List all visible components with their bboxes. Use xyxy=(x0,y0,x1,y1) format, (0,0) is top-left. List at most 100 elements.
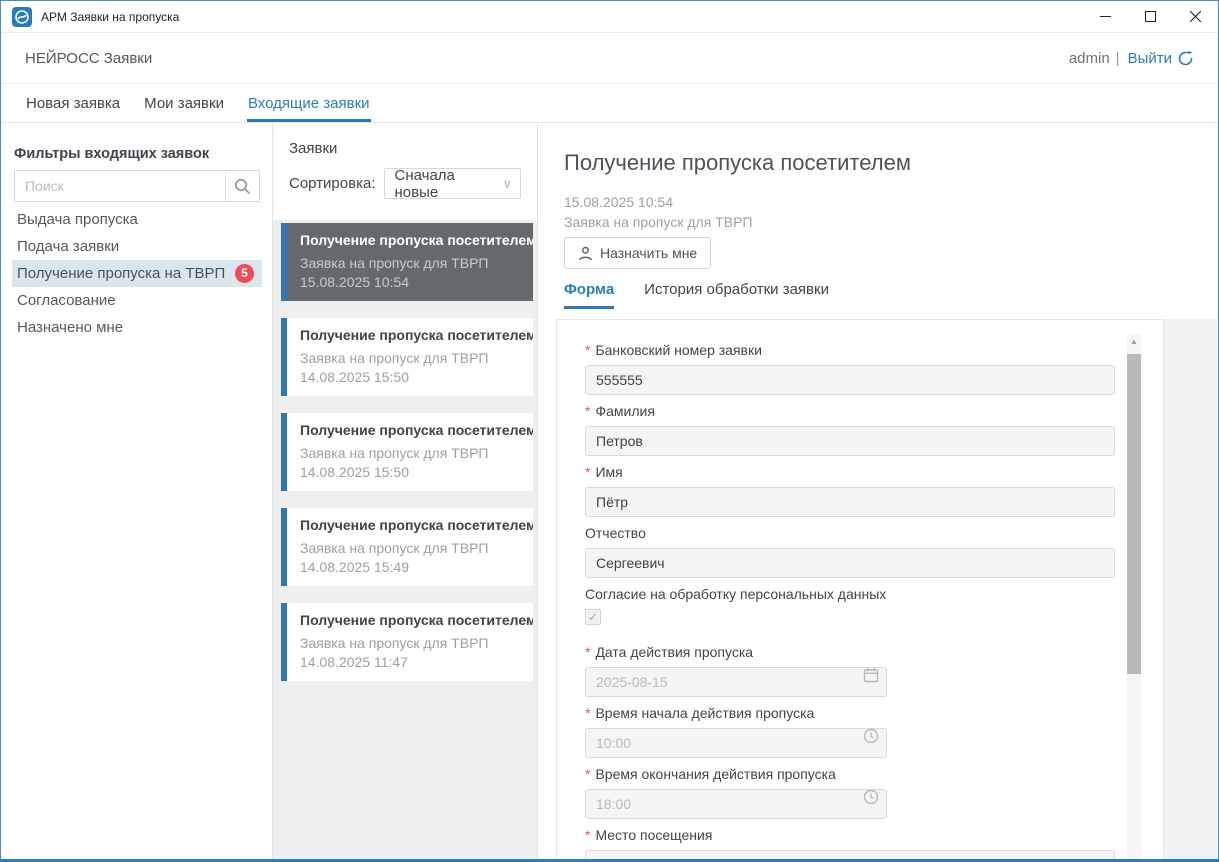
main-tabbar: Новая заявка Мои заявки Входящие заявки xyxy=(1,84,1218,123)
search-input[interactable] xyxy=(15,171,225,201)
filter-item-issue-pass[interactable]: Выдача пропуска xyxy=(12,206,262,233)
list-item-title: Получение пропуска посетителем xyxy=(300,422,523,438)
chevron-down-icon: ∨ xyxy=(502,176,512,192)
required-marker: * xyxy=(585,705,590,721)
form-row: * Дата действия пропуска xyxy=(585,643,1163,697)
required-marker: * xyxy=(585,403,590,419)
list-item[interactable]: Получение пропуска посетителем Заявка на… xyxy=(281,413,533,491)
detail-panel: Получение пропуска посетителем 15.08.202… xyxy=(538,124,1217,859)
list-item-date: 14.08.2025 15:50 xyxy=(300,369,523,385)
form-row: * Фамилия xyxy=(585,402,1163,456)
list-item-subtitle: Заявка на пропуск для ТВРП xyxy=(300,445,523,461)
background-strip xyxy=(1163,319,1217,859)
consent-checkbox[interactable]: ✓ xyxy=(585,609,601,625)
request-form: * Банковский номер заявки * Фамилия * Имя О… xyxy=(556,319,1164,861)
logout-link[interactable]: Выйти xyxy=(1128,50,1194,67)
filter-item-label: Получение пропуска на ТВРП xyxy=(17,265,225,282)
list-item[interactable]: Получение пропуска посетителем Заявка на… xyxy=(281,508,533,586)
scrollbar-thumb[interactable] xyxy=(1127,354,1141,674)
bank-number-field[interactable] xyxy=(585,365,1115,395)
required-marker: * xyxy=(585,766,590,782)
list-item[interactable]: Получение пропуска посетителем Заявка на… xyxy=(281,318,533,396)
tab-new-request[interactable]: Новая заявка xyxy=(25,84,121,122)
search-icon xyxy=(234,178,251,195)
middle-name-field[interactable] xyxy=(585,548,1115,578)
assign-to-me-button[interactable]: Назначить мне xyxy=(564,237,711,269)
person-icon xyxy=(578,246,593,261)
end-time-field[interactable] xyxy=(585,789,887,819)
filter-list: Выдача пропуска Подача заявки Получение … xyxy=(14,206,260,341)
required-marker: * xyxy=(585,464,590,480)
maximize-icon[interactable] xyxy=(1128,1,1173,32)
assign-to-me-label: Назначить мне xyxy=(600,245,697,261)
field-label: Время начала действия пропуска xyxy=(595,705,814,721)
list-item-title: Получение пропуска посетителем xyxy=(300,232,523,248)
list-item-subtitle: Заявка на пропуск для ТВРП xyxy=(300,350,523,366)
start-time-field[interactable] xyxy=(585,728,887,758)
request-list: Получение пропуска посетителем Заявка на… xyxy=(273,220,537,859)
list-item-title: Получение пропуска посетителем xyxy=(300,517,523,533)
logout-label: Выйти xyxy=(1128,50,1172,67)
current-user: admin xyxy=(1069,50,1110,67)
field-label: Место посещения xyxy=(595,827,712,843)
minimize-icon[interactable] xyxy=(1083,1,1128,32)
field-label: Фамилия xyxy=(595,403,654,419)
tab-my-requests[interactable]: Мои заявки xyxy=(143,84,225,122)
form-tab-content: * Банковский номер заявки * Фамилия * Имя О… xyxy=(538,319,1217,859)
page-title: Получение пропуска посетителем xyxy=(564,149,1217,177)
field-label: Время окончания действия пропуска xyxy=(595,766,835,782)
field-label: Банковский номер заявки xyxy=(595,342,761,358)
first-name-field[interactable] xyxy=(585,487,1115,517)
form-scrollbar[interactable]: ▲ xyxy=(1127,334,1141,861)
required-marker: * xyxy=(585,342,590,358)
scroll-up-icon[interactable]: ▲ xyxy=(1127,334,1141,348)
count-badge: 5 xyxy=(235,264,254,283)
filter-item-submit-request[interactable]: Подача заявки xyxy=(12,233,262,260)
window-title: АРМ Заявки на пропуска xyxy=(41,10,179,24)
list-item-date: 15.08.2025 10:54 xyxy=(300,274,523,290)
list-item-subtitle: Заявка на пропуск для ТВРП xyxy=(300,635,523,651)
logout-icon xyxy=(1177,50,1194,67)
form-row: Отчество xyxy=(585,524,1163,578)
field-label: Отчество xyxy=(585,525,646,541)
list-item-subtitle: Заявка на пропуск для ТВРП xyxy=(300,540,523,556)
app-header: НЕЙРОСС Заявки admin | Выйти xyxy=(1,33,1218,84)
search-button[interactable] xyxy=(225,171,259,201)
filter-item-approval[interactable]: Согласование xyxy=(12,287,262,314)
filter-item-tvrp-pass[interactable]: Получение пропуска на ТВРП 5 xyxy=(12,260,262,287)
visit-place-field[interactable] xyxy=(585,850,1115,861)
field-label: Имя xyxy=(595,464,622,480)
field-label: Дата действия пропуска xyxy=(595,644,753,660)
list-item[interactable]: Получение пропуска посетителем Заявка на… xyxy=(281,223,533,301)
sort-selected-value: Сначала новые xyxy=(395,167,503,201)
pass-date-field[interactable] xyxy=(585,667,887,697)
last-name-field[interactable] xyxy=(585,426,1115,456)
tab-history[interactable]: История обработки заявки xyxy=(644,281,829,309)
sort-select[interactable]: Сначала новые ∨ xyxy=(384,168,522,199)
form-row: Согласие на обработку персональных данны… xyxy=(585,585,1163,625)
list-item-date: 14.08.2025 11:47 xyxy=(300,654,523,670)
tab-incoming-requests[interactable]: Входящие заявки xyxy=(247,84,371,122)
close-icon[interactable] xyxy=(1173,1,1218,32)
tab-form[interactable]: Форма xyxy=(564,281,614,309)
filter-item-assigned-to-me[interactable]: Назначено мне xyxy=(12,314,262,341)
list-item-subtitle: Заявка на пропуск для ТВРП xyxy=(300,255,523,271)
checkmark-icon: ✓ xyxy=(588,610,598,624)
list-item-date: 14.08.2025 15:49 xyxy=(300,559,523,575)
search-box xyxy=(14,170,260,202)
form-row: *Место посещения xyxy=(585,826,1163,861)
detail-date: 15.08.2025 10:54 xyxy=(564,193,1217,211)
form-row: * Время начала действия пропуска xyxy=(585,704,1163,758)
brand-title: НЕЙРОСС Заявки xyxy=(25,50,152,67)
list-title: Заявки xyxy=(289,140,521,158)
titlebar: АРМ Заявки на пропуска xyxy=(1,1,1218,33)
list-item[interactable]: Получение пропуска посетителем Заявка на… xyxy=(281,603,533,681)
detail-subtitle: Заявка на пропуск для ТВРП xyxy=(564,213,1217,231)
required-marker: * xyxy=(585,644,590,660)
filters-sidebar: Фильтры входящих заявок Выдача пропуска … xyxy=(2,124,273,859)
form-row: * Имя xyxy=(585,463,1163,517)
filters-title: Фильтры входящих заявок xyxy=(14,145,260,163)
list-item-date: 14.08.2025 15:50 xyxy=(300,464,523,480)
sort-label: Сортировка: xyxy=(289,175,376,192)
form-row: * Банковский номер заявки xyxy=(585,341,1163,395)
